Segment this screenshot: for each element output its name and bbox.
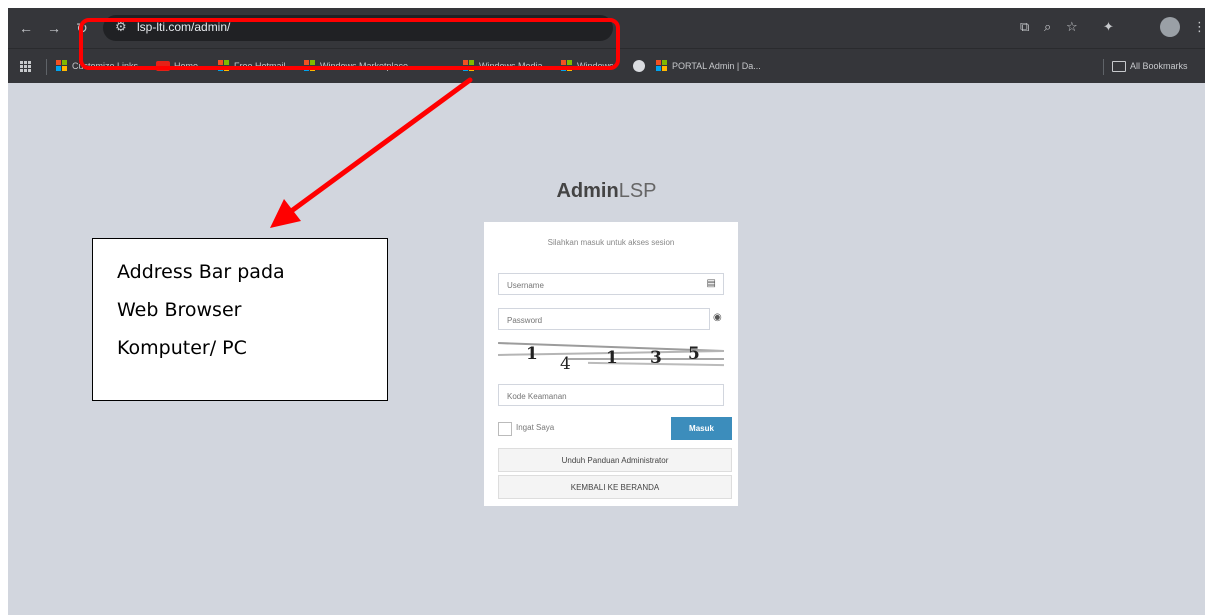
- callout-line: Komputer/ PC: [117, 337, 247, 359]
- callout-line: Web Browser: [117, 299, 242, 321]
- callout-line: Address Bar pada: [117, 261, 285, 283]
- annotation-callout: Address Bar pada Web Browser Komputer/ P…: [92, 238, 388, 401]
